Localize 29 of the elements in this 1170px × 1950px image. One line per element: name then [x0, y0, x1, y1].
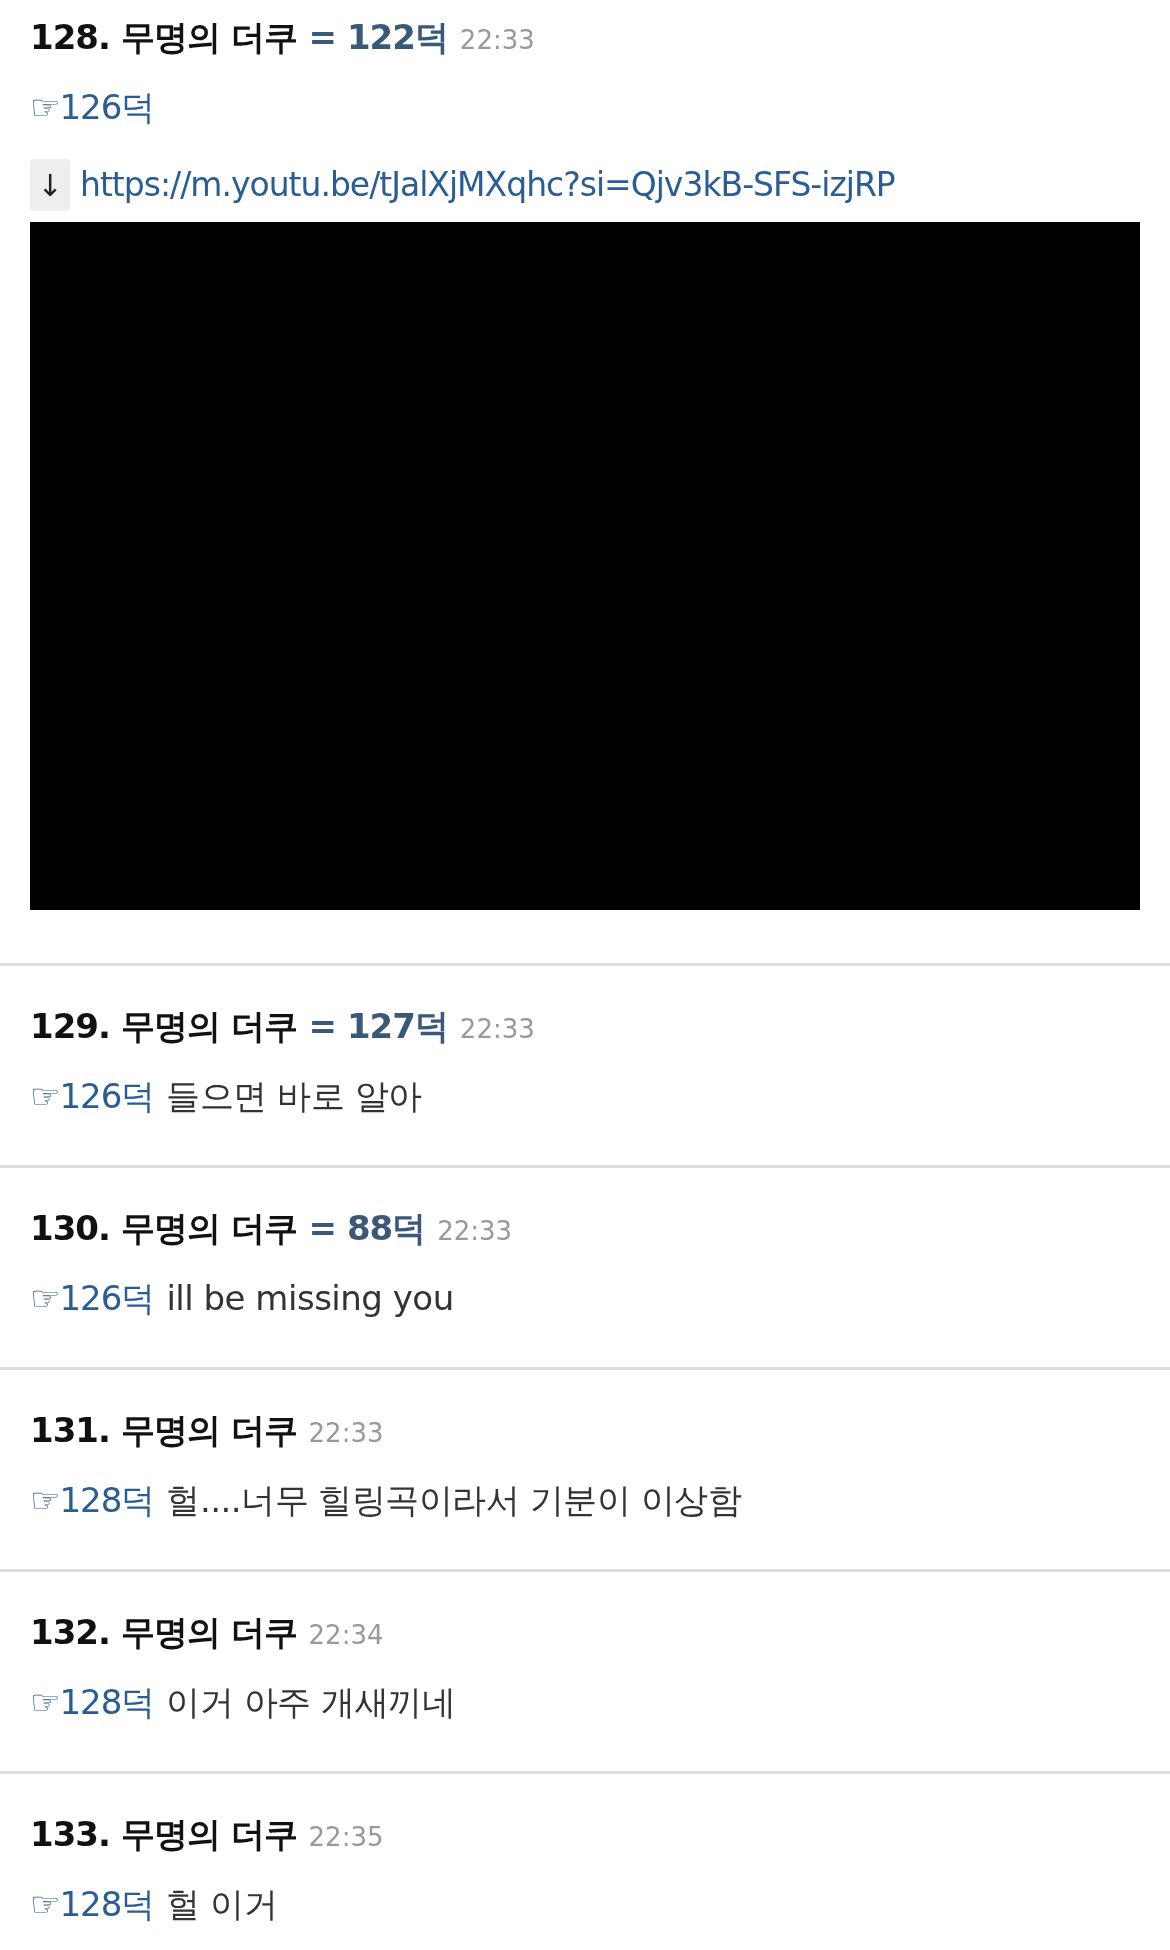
video-player[interactable] — [30, 222, 1140, 910]
reference-link[interactable]: = 122덕 — [308, 15, 448, 59]
post-number-author: 130. 무명의 더쿠 — [30, 1207, 297, 1250]
url-link[interactable]: https://m.youtu.be/tJalXjMXqhc?si=Qjv3kB-SFS-izjRP — [80, 160, 895, 210]
post-number-author: 132. 무명의 더쿠 — [30, 1611, 297, 1654]
post-time: 22:34 — [308, 1619, 384, 1652]
reply-link[interactable]: ☞128덕 — [30, 1478, 155, 1522]
reply-link[interactable]: ☞126덕 — [30, 85, 155, 129]
reply-link[interactable]: ☞126덕 — [30, 1276, 155, 1320]
post-number-author: 128. 무명의 더쿠 — [30, 16, 297, 59]
post-number-author: 133. 무명의 더쿠 — [30, 1813, 297, 1856]
post-time: 22:33 — [459, 1013, 535, 1046]
post-time: 22:33 — [459, 24, 535, 57]
comment-text: 헐....너무 힐링곡이라서 기분이 이상함 — [166, 1479, 742, 1522]
comment-text: ill be missing you — [166, 1277, 454, 1320]
reply-link[interactable]: ☞126덕 — [30, 1074, 155, 1118]
post-number-author: 131. 무명의 더쿠 — [30, 1409, 297, 1452]
download-button[interactable]: ↓ — [30, 159, 70, 211]
reference-link[interactable]: = 88덕 — [308, 1206, 426, 1250]
reply-link[interactable]: ☞128덕 — [30, 1882, 155, 1926]
comment-text: 헐 이거 — [166, 1883, 278, 1926]
comment-text: 이거 아주 개새끼네 — [166, 1681, 455, 1724]
comment-text: 들으면 바로 알아 — [166, 1075, 422, 1118]
reply-link[interactable]: ☞128덕 — [30, 1680, 155, 1724]
post-time: 22:33 — [308, 1417, 384, 1450]
reference-link[interactable]: = 127덕 — [308, 1004, 448, 1048]
post-time: 22:35 — [308, 1821, 384, 1854]
post-time: 22:33 — [437, 1215, 513, 1248]
post-number-author: 129. 무명의 더쿠 — [30, 1005, 297, 1048]
